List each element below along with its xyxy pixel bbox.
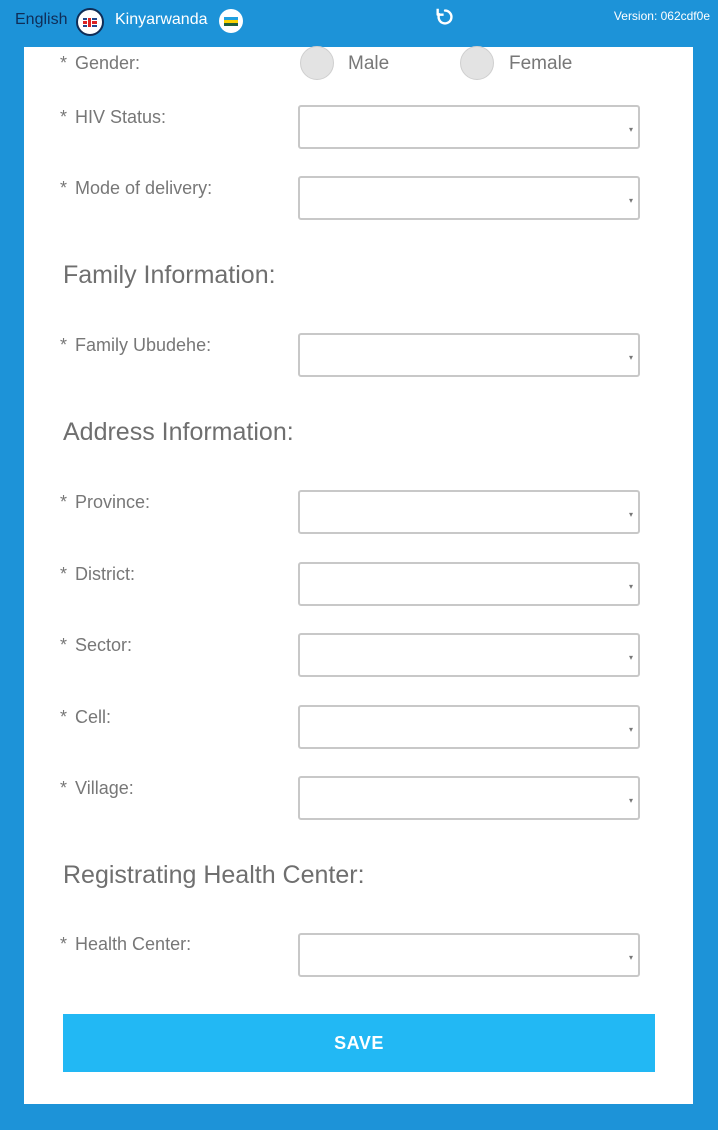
family-information-heading: Family Information: [63, 261, 276, 289]
district-select[interactable]: ▾ [298, 562, 640, 606]
version-label: Version: 062cdf0e [613, 9, 710, 23]
gender-label: * Gender: [60, 53, 141, 73]
chevron-down-icon: ▾ [628, 796, 633, 805]
registration-form: * Gender: Male Female * HIV Status: ▾ * Mod… [24, 46, 693, 1104]
chevron-down-icon: ▾ [628, 510, 633, 519]
chevron-down-icon: ▾ [628, 196, 633, 205]
hiv-status-label: * HIV Status: [60, 107, 167, 127]
cell-select[interactable]: ▾ [298, 705, 640, 749]
chevron-down-icon: ▾ [628, 125, 633, 134]
province-label: * Province: [60, 492, 151, 512]
family-ubudehe-select[interactable]: ▾ [298, 333, 640, 377]
sector-select[interactable]: ▾ [298, 633, 640, 677]
province-select[interactable]: ▾ [298, 490, 640, 534]
hiv-status-select[interactable]: ▾ [298, 105, 640, 149]
gender-male-radio[interactable] [300, 46, 334, 80]
sector-label: * Sector: [60, 635, 133, 655]
village-select[interactable]: ▾ [298, 776, 640, 820]
mode-of-delivery-select[interactable]: ▾ [298, 176, 640, 220]
top-bar: English Kinyarwanda Version: 062cdf0e [0, 0, 718, 46]
cell-label: * Cell: [60, 707, 112, 727]
mode-of-delivery-label: * Mode of delivery: [60, 178, 213, 198]
chevron-down-icon: ▾ [628, 653, 633, 662]
chevron-down-icon: ▾ [628, 953, 633, 962]
refresh-icon[interactable] [434, 6, 456, 28]
gender-female-radio[interactable] [460, 46, 494, 80]
village-label: * Village: [60, 778, 134, 798]
language-english-link[interactable]: English [15, 11, 67, 29]
family-ubudehe-label: * Family Ubudehe: [60, 335, 212, 355]
gender-female-label[interactable]: Female [509, 53, 572, 75]
language-kinyarwanda-link[interactable]: Kinyarwanda [115, 11, 208, 29]
health-center-select[interactable]: ▾ [298, 933, 640, 977]
save-button[interactable]: SAVE [63, 1014, 655, 1072]
chevron-down-icon: ▾ [628, 353, 633, 362]
chevron-down-icon: ▾ [628, 582, 633, 591]
flag-uk-icon[interactable] [76, 8, 104, 36]
gender-male-label[interactable]: Male [348, 53, 389, 75]
address-information-heading: Address Information: [63, 418, 294, 446]
district-label: * District: [60, 564, 136, 584]
flag-rw-icon[interactable] [219, 9, 243, 33]
health-center-heading: Registrating Health Center: [63, 861, 365, 889]
health-center-label: * Health Center: [60, 934, 192, 954]
chevron-down-icon: ▾ [628, 725, 633, 734]
